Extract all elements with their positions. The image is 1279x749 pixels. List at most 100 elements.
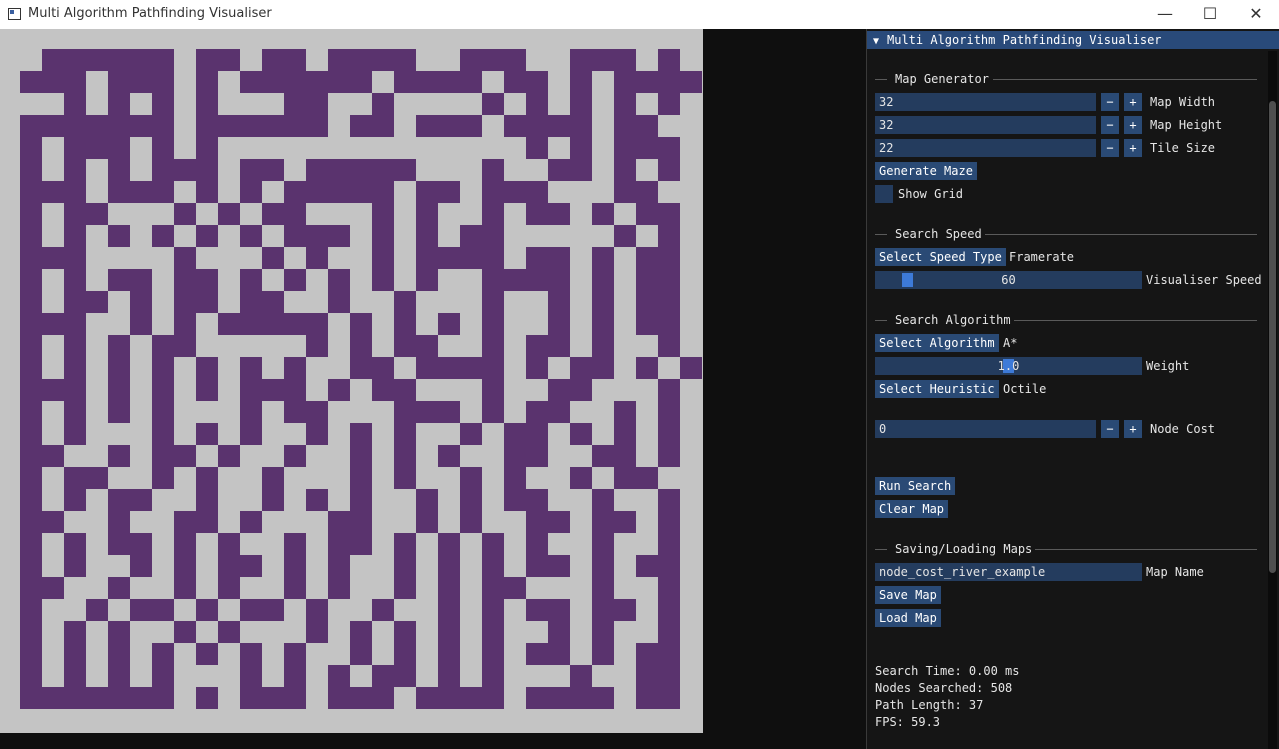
wall-tile[interactable] bbox=[592, 357, 614, 379]
wall-tile[interactable] bbox=[152, 49, 174, 71]
wall-tile[interactable] bbox=[394, 577, 416, 599]
wall-tile[interactable] bbox=[86, 137, 108, 159]
wall-tile[interactable] bbox=[196, 423, 218, 445]
wall-tile[interactable] bbox=[658, 599, 680, 621]
wall-tile[interactable] bbox=[614, 225, 636, 247]
wall-tile[interactable] bbox=[152, 423, 174, 445]
wall-tile[interactable] bbox=[108, 49, 130, 71]
wall-tile[interactable] bbox=[108, 489, 130, 511]
wall-tile[interactable] bbox=[394, 467, 416, 489]
wall-tile[interactable] bbox=[64, 71, 86, 93]
wall-tile[interactable] bbox=[394, 401, 416, 423]
wall-tile[interactable] bbox=[108, 159, 130, 181]
wall-tile[interactable] bbox=[592, 445, 614, 467]
wall-tile[interactable] bbox=[20, 643, 42, 665]
wall-tile[interactable] bbox=[174, 313, 196, 335]
wall-tile[interactable] bbox=[636, 203, 658, 225]
wall-tile[interactable] bbox=[548, 555, 570, 577]
wall-tile[interactable] bbox=[108, 401, 130, 423]
wall-tile[interactable] bbox=[130, 291, 152, 313]
wall-tile[interactable] bbox=[658, 643, 680, 665]
wall-tile[interactable] bbox=[526, 423, 548, 445]
wall-tile[interactable] bbox=[20, 533, 42, 555]
wall-tile[interactable] bbox=[130, 555, 152, 577]
wall-tile[interactable] bbox=[592, 247, 614, 269]
wall-tile[interactable] bbox=[372, 181, 394, 203]
wall-tile[interactable] bbox=[372, 159, 394, 181]
select-algorithm-button[interactable]: Select Algorithm bbox=[875, 334, 999, 352]
wall-tile[interactable] bbox=[240, 181, 262, 203]
wall-tile[interactable] bbox=[504, 71, 526, 93]
wall-tile[interactable] bbox=[592, 335, 614, 357]
wall-tile[interactable] bbox=[548, 203, 570, 225]
wall-tile[interactable] bbox=[284, 643, 306, 665]
wall-tile[interactable] bbox=[658, 137, 680, 159]
wall-tile[interactable] bbox=[152, 335, 174, 357]
wall-tile[interactable] bbox=[460, 467, 482, 489]
wall-tile[interactable] bbox=[284, 357, 306, 379]
wall-tile[interactable] bbox=[592, 203, 614, 225]
wall-tile[interactable] bbox=[262, 313, 284, 335]
wall-tile[interactable] bbox=[636, 313, 658, 335]
wall-tile[interactable] bbox=[548, 687, 570, 709]
wall-tile[interactable] bbox=[108, 115, 130, 137]
wall-tile[interactable] bbox=[20, 247, 42, 269]
wall-tile[interactable] bbox=[152, 225, 174, 247]
wall-tile[interactable] bbox=[20, 335, 42, 357]
wall-tile[interactable] bbox=[42, 247, 64, 269]
wall-tile[interactable] bbox=[42, 445, 64, 467]
wall-tile[interactable] bbox=[482, 49, 504, 71]
wall-tile[interactable] bbox=[196, 225, 218, 247]
wall-tile[interactable] bbox=[152, 181, 174, 203]
wall-tile[interactable] bbox=[240, 599, 262, 621]
wall-tile[interactable] bbox=[20, 181, 42, 203]
wall-tile[interactable] bbox=[240, 291, 262, 313]
wall-tile[interactable] bbox=[614, 159, 636, 181]
wall-tile[interactable] bbox=[108, 665, 130, 687]
wall-tile[interactable] bbox=[196, 269, 218, 291]
wall-tile[interactable] bbox=[196, 357, 218, 379]
wall-tile[interactable] bbox=[394, 49, 416, 71]
wall-tile[interactable] bbox=[548, 511, 570, 533]
wall-tile[interactable] bbox=[306, 313, 328, 335]
wall-tile[interactable] bbox=[196, 643, 218, 665]
wall-tile[interactable] bbox=[350, 621, 372, 643]
wall-tile[interactable] bbox=[130, 599, 152, 621]
wall-tile[interactable] bbox=[196, 599, 218, 621]
wall-tile[interactable] bbox=[658, 159, 680, 181]
wall-tile[interactable] bbox=[152, 401, 174, 423]
wall-tile[interactable] bbox=[130, 489, 152, 511]
wall-tile[interactable] bbox=[64, 49, 86, 71]
wall-tile[interactable] bbox=[174, 621, 196, 643]
wall-tile[interactable] bbox=[548, 313, 570, 335]
node-cost-minus-button[interactable]: − bbox=[1101, 420, 1119, 438]
wall-tile[interactable] bbox=[130, 115, 152, 137]
wall-tile[interactable] bbox=[570, 93, 592, 115]
wall-tile[interactable] bbox=[592, 577, 614, 599]
wall-tile[interactable] bbox=[658, 203, 680, 225]
wall-tile[interactable] bbox=[570, 467, 592, 489]
wall-tile[interactable] bbox=[482, 533, 504, 555]
wall-tile[interactable] bbox=[108, 533, 130, 555]
wall-tile[interactable] bbox=[526, 71, 548, 93]
wall-tile[interactable] bbox=[174, 269, 196, 291]
wall-tile[interactable] bbox=[394, 665, 416, 687]
wall-tile[interactable] bbox=[460, 71, 482, 93]
wall-tile[interactable] bbox=[614, 467, 636, 489]
wall-tile[interactable] bbox=[636, 181, 658, 203]
wall-tile[interactable] bbox=[240, 687, 262, 709]
wall-tile[interactable] bbox=[64, 621, 86, 643]
wall-tile[interactable] bbox=[372, 379, 394, 401]
wall-tile[interactable] bbox=[482, 401, 504, 423]
wall-tile[interactable] bbox=[240, 555, 262, 577]
wall-tile[interactable] bbox=[350, 445, 372, 467]
wall-tile[interactable] bbox=[64, 533, 86, 555]
wall-tile[interactable] bbox=[240, 71, 262, 93]
wall-tile[interactable] bbox=[130, 49, 152, 71]
wall-tile[interactable] bbox=[592, 291, 614, 313]
wall-tile[interactable] bbox=[86, 203, 108, 225]
wall-tile[interactable] bbox=[328, 181, 350, 203]
wall-tile[interactable] bbox=[482, 225, 504, 247]
wall-tile[interactable] bbox=[306, 247, 328, 269]
wall-tile[interactable] bbox=[20, 665, 42, 687]
